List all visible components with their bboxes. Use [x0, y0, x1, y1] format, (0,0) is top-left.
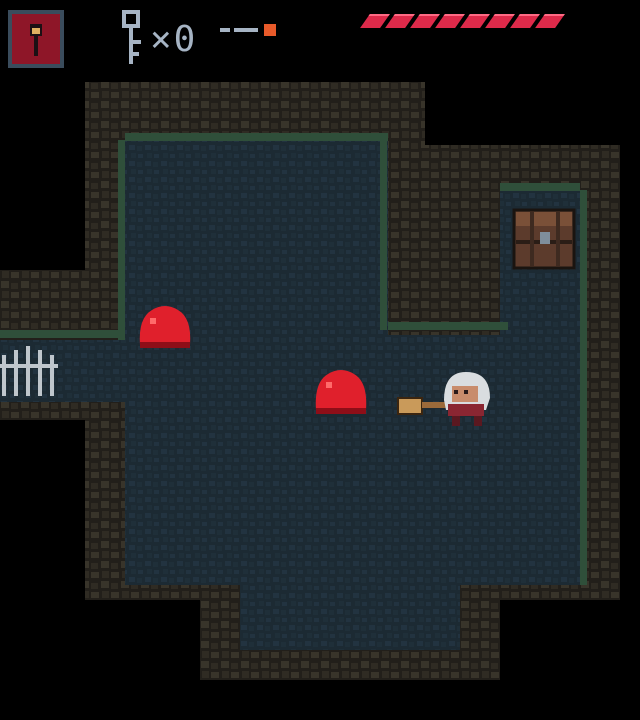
key-icon [122, 10, 141, 64]
treasure-chest-icon[interactable] [512, 208, 576, 270]
dungeon-room [0, 82, 620, 680]
health-bar [355, 0, 565, 40]
arrow-ammo-icon [220, 24, 276, 36]
health-segment [535, 14, 565, 28]
hero-portrait-icon [8, 10, 64, 68]
key-count: ×0 [150, 19, 198, 60]
